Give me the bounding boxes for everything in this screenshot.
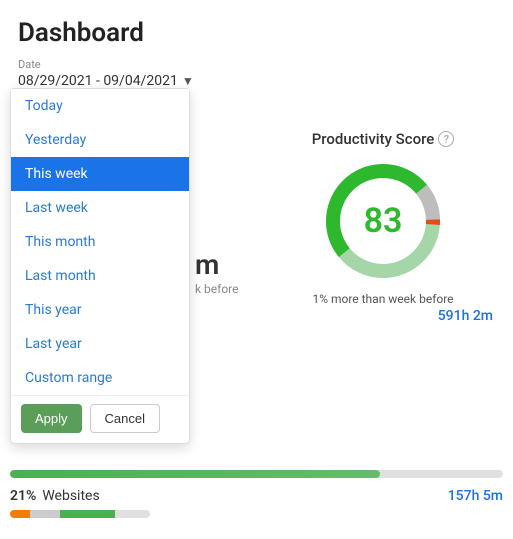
websites-label: Websites: [42, 488, 99, 504]
top-progress-bar: [10, 470, 503, 478]
date-range-text: 08/29/2021 - 09/04/2021: [18, 73, 178, 89]
chevron-down-icon: ▼: [182, 74, 194, 88]
cancel-button[interactable]: Cancel: [90, 404, 160, 433]
productivity-hours: 591h 2m: [263, 308, 503, 324]
websites-label-group: 21% Websites: [10, 488, 100, 504]
websites-row: 21% Websites 157h 5m: [10, 488, 503, 504]
date-label: Date: [0, 58, 513, 71]
donut-chart: 83: [318, 156, 448, 286]
productivity-score: 83: [364, 201, 403, 241]
websites-hours: 157h 5m: [448, 488, 503, 504]
productivity-title-text: Productivity Score: [312, 130, 435, 148]
dropdown-actions: Apply Cancel: [11, 395, 189, 443]
date-picker-trigger[interactable]: 08/29/2021 - 09/04/2021 ▼: [0, 73, 513, 89]
page-title: Dashboard: [0, 0, 513, 52]
productivity-title: Productivity Score ?: [312, 130, 455, 148]
page-container: Dashboard Date 08/29/2021 - 09/04/2021 ▼…: [0, 0, 513, 539]
date-dropdown: Today Yesterday This week Last week This…: [10, 88, 190, 444]
dropdown-item-last-month[interactable]: Last month: [11, 259, 189, 293]
help-icon[interactable]: ?: [438, 131, 454, 147]
middle-subtext: k before: [195, 282, 239, 296]
dropdown-item-custom-range[interactable]: Custom range: [11, 361, 189, 395]
dropdown-item-yesterday[interactable]: Yesterday: [11, 123, 189, 157]
dropdown-item-today[interactable]: Today: [11, 89, 189, 123]
bottom-progress-orange: [10, 510, 30, 518]
apply-button[interactable]: Apply: [21, 404, 82, 433]
productivity-section: Productivity Score ? 83 1% more than wee…: [263, 130, 503, 324]
bottom-progress-bar: [10, 510, 150, 518]
websites-pct: 21%: [10, 488, 36, 504]
bottom-progress-gray: [30, 510, 60, 518]
top-progress-fill: [10, 470, 380, 478]
productivity-subtitle: 1% more than week before: [312, 292, 453, 306]
dropdown-item-this-year[interactable]: This year: [11, 293, 189, 327]
bottom-progress-green: [60, 510, 115, 518]
dropdown-item-last-year[interactable]: Last year: [11, 327, 189, 361]
dropdown-item-this-week[interactable]: This week: [11, 157, 189, 191]
dropdown-item-last-week[interactable]: Last week: [11, 191, 189, 225]
middle-text: m: [195, 248, 219, 281]
dropdown-item-this-month[interactable]: This month: [11, 225, 189, 259]
